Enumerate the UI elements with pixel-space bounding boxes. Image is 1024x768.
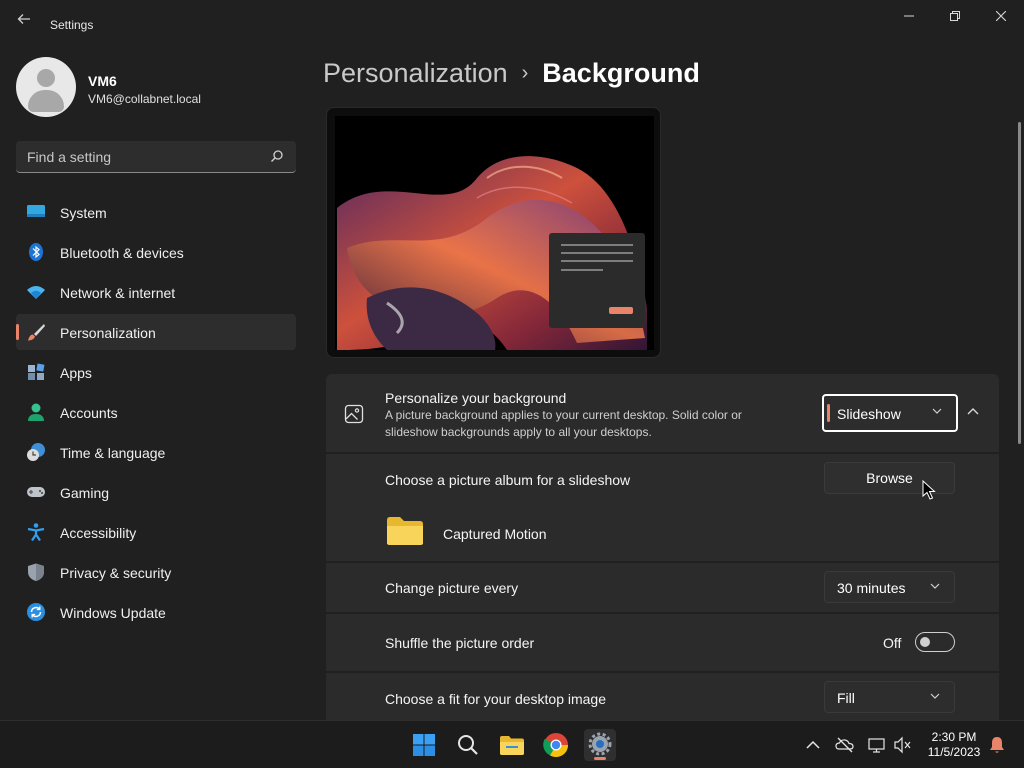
page-title: Background xyxy=(542,58,700,88)
accounts-icon xyxy=(26,403,46,421)
folder-icon xyxy=(386,516,424,546)
app-title: Settings xyxy=(50,18,94,32)
background-type-dropdown[interactable]: Slideshow xyxy=(822,394,958,432)
mouse-cursor-icon xyxy=(922,479,936,500)
title-bar: Settings xyxy=(0,0,1024,40)
sidebar-item-bluetooth[interactable]: Bluetooth & devices xyxy=(16,234,296,270)
shuffle-toggle[interactable] xyxy=(915,632,955,652)
bluetooth-icon xyxy=(26,243,46,261)
change-picture-label: Change picture every xyxy=(385,580,519,596)
fit-dropdown[interactable]: Fill xyxy=(824,681,955,713)
sidebar-item-accessibility[interactable]: Accessibility xyxy=(16,514,296,550)
change-picture-card: Change picture every 30 minutes xyxy=(326,563,999,612)
sidebar-nav: System Bluetooth & devices Network & int… xyxy=(16,194,296,634)
personalize-title: Personalize your background xyxy=(385,390,567,406)
album-label: Choose a picture album for a slideshow xyxy=(385,472,631,488)
back-arrow-icon[interactable] xyxy=(12,10,36,34)
start-button[interactable] xyxy=(408,729,440,761)
shuffle-label: Shuffle the picture order xyxy=(385,635,535,651)
chevron-down-icon xyxy=(930,580,940,594)
chevron-down-icon xyxy=(932,405,942,419)
personalize-description: A picture background applies to your cur… xyxy=(385,408,742,439)
shuffle-state: Off xyxy=(883,635,902,651)
user-name: VM6 xyxy=(88,73,117,89)
paintbrush-icon xyxy=(26,323,46,341)
picture-album-card: Choose a picture album for a slideshow B… xyxy=(326,454,999,561)
file-explorer-icon[interactable] xyxy=(496,729,528,761)
shuffle-card: Shuffle the picture order Off xyxy=(326,614,999,671)
change-interval-dropdown[interactable]: 30 minutes xyxy=(824,571,955,603)
notification-bell-icon[interactable] xyxy=(987,735,1007,755)
taskbar-search-icon[interactable] xyxy=(452,729,484,761)
taskbar: 2:30 PM 11/5/2023 xyxy=(0,720,1024,768)
sidebar-item-personalization[interactable]: Personalization xyxy=(16,314,296,350)
settings-app-icon[interactable] xyxy=(584,729,616,761)
clock-time: 2:30 PM xyxy=(931,730,977,744)
collapse-chevron-up-icon[interactable] xyxy=(966,404,984,422)
user-email: VM6@collabnet.local xyxy=(88,92,201,106)
show-hidden-icons-chevron-icon[interactable] xyxy=(803,735,823,755)
gamepad-icon xyxy=(26,483,46,501)
clock[interactable]: 2:30 PM 11/5/2023 xyxy=(922,730,986,760)
sidebar-item-gaming[interactable]: Gaming xyxy=(16,474,296,510)
sidebar-item-system[interactable]: System xyxy=(16,194,296,230)
fit-card: Choose a fit for your desktop image Fill xyxy=(326,673,999,720)
shield-icon xyxy=(26,563,46,581)
sidebar-item-windows-update[interactable]: Windows Update xyxy=(16,594,296,630)
globe-clock-icon xyxy=(26,443,46,461)
sidebar-item-privacy[interactable]: Privacy & security xyxy=(16,554,296,590)
clock-date: 11/5/2023 xyxy=(927,745,981,759)
close-icon[interactable] xyxy=(978,0,1024,32)
accessibility-icon xyxy=(26,523,46,542)
sidebar-item-accounts[interactable]: Accounts xyxy=(16,394,296,430)
scrollbar[interactable] xyxy=(1018,122,1021,444)
sidebar-item-time-language[interactable]: Time & language xyxy=(16,434,296,470)
chevron-down-icon xyxy=(930,690,940,704)
breadcrumb: Personalization › Background xyxy=(323,58,700,89)
volume-muted-icon[interactable] xyxy=(893,735,913,755)
onedrive-offline-icon[interactable] xyxy=(835,735,855,755)
desktop-preview xyxy=(326,107,661,358)
chrome-icon[interactable] xyxy=(540,729,572,761)
sidebar-item-network[interactable]: Network & internet xyxy=(16,274,296,310)
network-icon[interactable] xyxy=(867,735,887,755)
update-icon xyxy=(26,603,46,621)
wifi-icon xyxy=(26,283,46,301)
breadcrumb-separator: › xyxy=(521,62,529,84)
search-icon xyxy=(270,149,286,165)
fit-label: Choose a fit for your desktop image xyxy=(385,691,607,707)
minimize-icon[interactable] xyxy=(886,0,932,32)
apps-icon xyxy=(26,363,46,381)
album-name: Captured Motion xyxy=(443,526,547,542)
search-input[interactable]: Find a setting xyxy=(16,141,296,173)
personalize-background-card: Personalize your background A picture ba… xyxy=(326,374,999,452)
sidebar-item-apps[interactable]: Apps xyxy=(16,354,296,390)
search-placeholder: Find a setting xyxy=(27,149,112,165)
restore-icon[interactable] xyxy=(932,0,978,32)
avatar xyxy=(16,57,76,117)
breadcrumb-parent[interactable]: Personalization xyxy=(323,58,508,88)
system-icon xyxy=(26,203,46,221)
picture-icon xyxy=(344,404,364,424)
